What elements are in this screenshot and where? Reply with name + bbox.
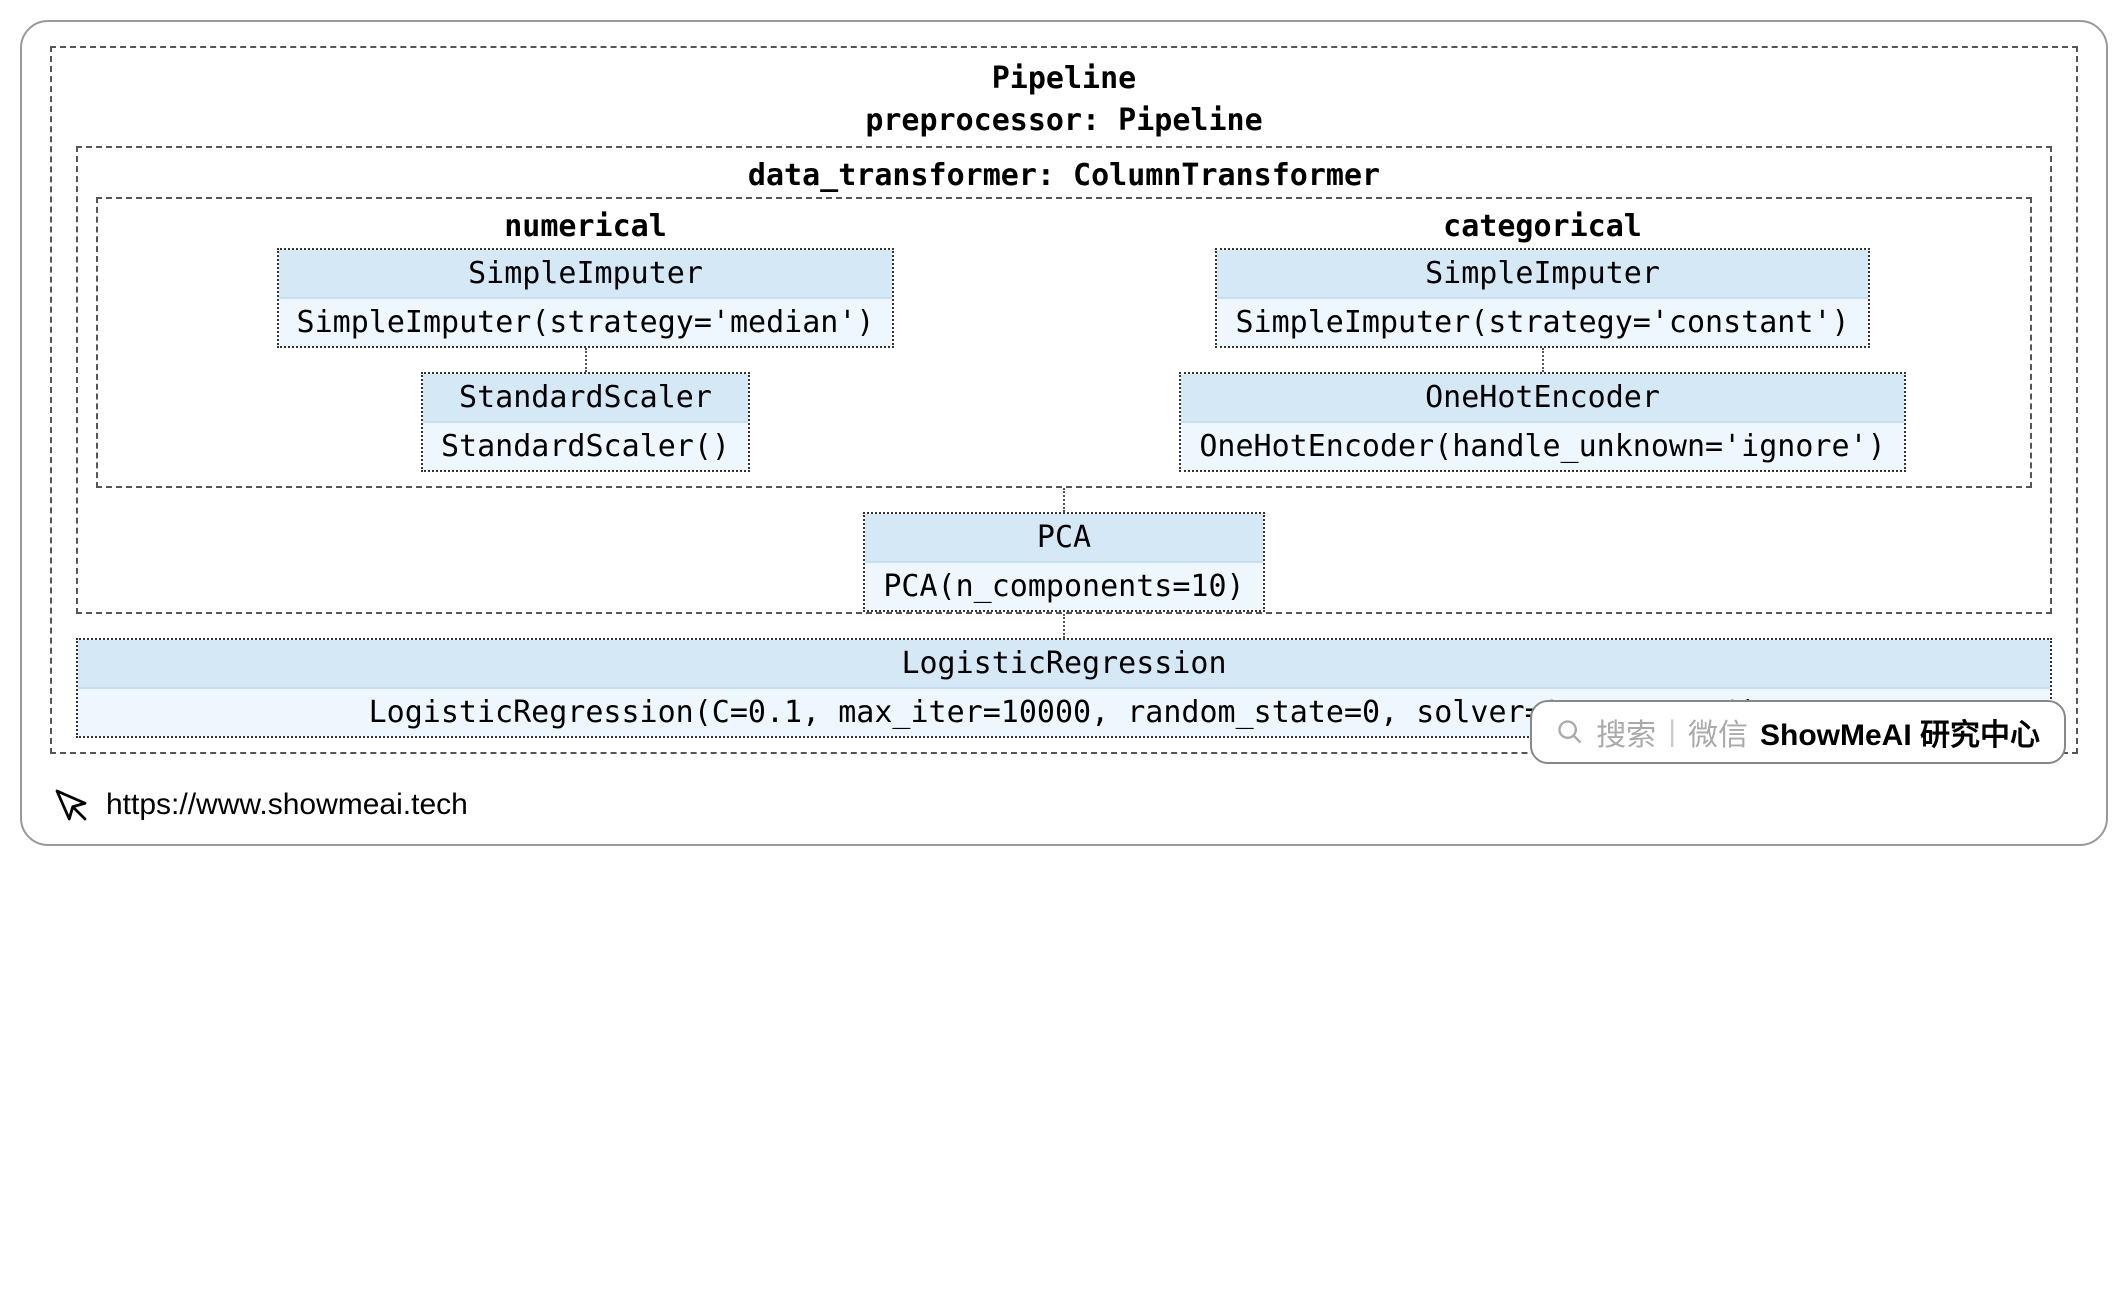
step-detail: StandardScaler() <box>423 423 748 470</box>
numerical-column: numerical SimpleImputer SimpleImputer(st… <box>116 209 1055 472</box>
numerical-step-simpleimputer: SimpleImputer SimpleImputer(strategy='me… <box>277 248 895 348</box>
wechat-search-pill: 搜索 | 微信 ShowMeAI 研究中心 <box>1530 700 2066 764</box>
step-detail: SimpleImputer(strategy='median') <box>279 299 893 346</box>
preprocessor-label: preprocessor: Pipeline <box>66 100 2062 142</box>
numerical-label: numerical <box>504 209 667 244</box>
step-name: StandardScaler <box>423 374 748 423</box>
step-name: SimpleImputer <box>1217 250 1867 299</box>
step-name: PCA <box>865 514 1262 563</box>
step-name: OneHotEncoder <box>1181 374 1903 423</box>
footer-left: https://www.showmeai.tech <box>50 784 468 826</box>
numerical-step-standardscaler: StandardScaler StandardScaler() <box>421 372 750 472</box>
footer-url: https://www.showmeai.tech <box>106 788 468 822</box>
search-text-1: 搜索 <box>1596 710 1656 754</box>
reducer-step-pca: PCA PCA(n_components=10) <box>863 512 1264 612</box>
step-name: LogisticRegression <box>78 640 2050 689</box>
connector-line <box>585 348 587 372</box>
cursor-click-icon <box>50 784 92 826</box>
data-transformer-label: data_transformer: ColumnTransformer <box>92 158 2036 193</box>
search-icon <box>1556 718 1584 746</box>
categorical-step-simpleimputer: SimpleImputer SimpleImputer(strategy='co… <box>1215 248 1869 348</box>
search-text-2: 微信 <box>1688 710 1748 754</box>
step-detail: SimpleImputer(strategy='constant') <box>1217 299 1867 346</box>
brand-name: ShowMeAI 研究中心 <box>1760 710 2040 754</box>
connector-line <box>1063 488 1065 512</box>
transformer-columns: numerical SimpleImputer SimpleImputer(st… <box>112 209 2016 472</box>
connector-line <box>1542 348 1544 372</box>
categorical-label: categorical <box>1443 209 1642 244</box>
column-transformer-box: numerical SimpleImputer SimpleImputer(st… <box>96 197 2032 488</box>
step-name: SimpleImputer <box>279 250 893 299</box>
categorical-step-onehotencoder: OneHotEncoder OneHotEncoder(handle_unkno… <box>1179 372 1905 472</box>
pipeline-box: Pipeline preprocessor: Pipeline data_tra… <box>50 46 2078 754</box>
search-separator: | <box>1668 715 1676 749</box>
step-detail: PCA(n_components=10) <box>865 563 1262 610</box>
diagram-frame: Pipeline preprocessor: Pipeline data_tra… <box>20 20 2108 846</box>
footer: https://www.showmeai.tech <box>50 784 2078 826</box>
connector-line <box>1063 614 1065 638</box>
categorical-column: categorical SimpleImputer SimpleImputer(… <box>1073 209 2012 472</box>
step-detail: OneHotEncoder(handle_unknown='ignore') <box>1181 423 1903 470</box>
reducer-stack: PCA PCA(n_components=10) <box>92 488 2036 612</box>
preprocessor-box: data_transformer: ColumnTransformer nume… <box>76 146 2052 614</box>
pipeline-title: Pipeline <box>66 58 2062 100</box>
